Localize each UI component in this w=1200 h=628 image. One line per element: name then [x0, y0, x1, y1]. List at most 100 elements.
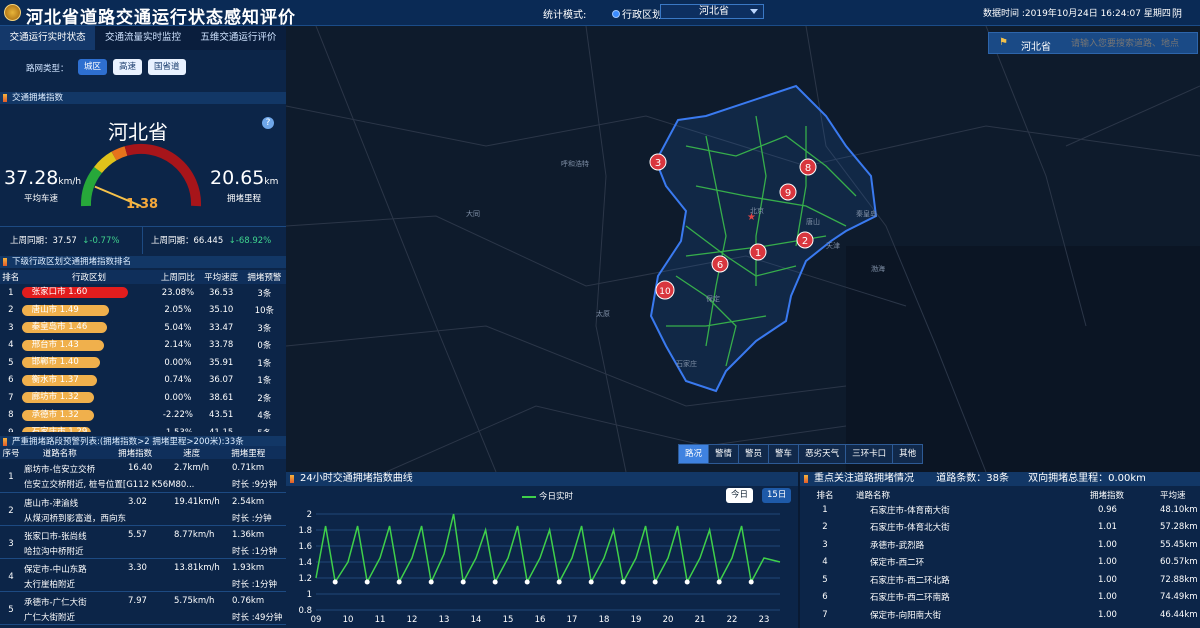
col-road-speed: 平均速	[1160, 490, 1186, 501]
warn-no: 1	[8, 472, 14, 483]
data-point[interactable]	[460, 579, 466, 585]
btn-15[interactable]: 15日	[762, 488, 792, 503]
data-point[interactable]	[620, 579, 626, 585]
speed-cell: 41.15	[200, 424, 243, 432]
table-row[interactable]: 3 承德市-武烈路 1.00 55.45km	[800, 536, 1200, 554]
data-point[interactable]	[364, 579, 370, 585]
table-row[interactable]: 3 张家口市-张尚线 5.57 8.77km/h 1.36km 哈拉沟中桥附近 时长 :…	[0, 525, 286, 558]
col-road-rank: 排名	[816, 490, 834, 501]
road-type-highway[interactable]: 高速	[113, 59, 143, 75]
x-tick-label: 17	[567, 615, 578, 625]
yoy-cell: 2.05%	[164, 305, 192, 316]
data-point[interactable]	[748, 579, 754, 585]
data-point[interactable]	[556, 579, 562, 585]
radio-label: 行政区划	[622, 10, 662, 21]
table-row[interactable]: 8 承德市 1.32 -2.22% 43.51 4条	[0, 407, 286, 425]
marker-9[interactable]: 9	[779, 183, 797, 201]
map-search-input[interactable]	[1071, 38, 1191, 48]
region-select[interactable]: 河北省	[660, 4, 764, 19]
table-row[interactable]: 5 石家庄市-西二环北路 1.00 72.88km	[800, 571, 1200, 589]
filter-cars[interactable]: 警车	[769, 445, 800, 463]
data-point[interactable]	[396, 579, 402, 585]
yoy-cell: 23.08%	[161, 287, 195, 298]
table-row[interactable]: 5 邯郸市 1.40 0.00% 35.91 1条	[0, 354, 286, 372]
warn-no: 3	[8, 538, 14, 549]
marker-6[interactable]: 6	[711, 255, 729, 273]
road-type-national[interactable]: 国省道	[148, 59, 186, 75]
table-row[interactable]: 1 石家庄市-体育南大街 0.96 48.10km	[800, 501, 1200, 519]
table-row[interactable]: 2 石家庄市-体育北大街 1.01 57.28km	[800, 519, 1200, 537]
warn-detail: 张家口市-张尚线 5.57 8.77km/h 1.36km 哈拉沟中桥附近 时长 :1分…	[22, 525, 286, 558]
data-point[interactable]	[652, 579, 658, 585]
filter-officers[interactable]: 警员	[739, 445, 770, 463]
table-row[interactable]: 1 廊坊市-信安立交桥 16.40 2.7km/h 0.71km 信安立交桥附近, 桩…	[0, 459, 286, 492]
table-row[interactable]: 4 邢台市 1.43 2.14% 33.78 0条	[0, 337, 286, 355]
warn-detail: 保定市-中山东路 3.30 13.81km/h 1.93km 太行崖柏附近 时长 :1分…	[22, 558, 286, 591]
table-row[interactable]: 6 石家庄市-西二环南路 1.00 74.49km	[800, 589, 1200, 607]
table-row[interactable]: 4 保定市-西二环 1.00 60.57km	[800, 554, 1200, 572]
filter-checkpoint[interactable]: 三环卡口	[846, 445, 894, 463]
tab-evaluation[interactable]: 五维交通运行评价	[191, 26, 286, 50]
search-province[interactable]: 河北省	[1021, 38, 1051, 53]
admin-division-radio[interactable]: 行政区划	[612, 6, 662, 21]
road-name: 保定市-向阳南大街	[870, 610, 942, 621]
tab-flow-monitor[interactable]: 交通流量实时监控	[95, 26, 190, 50]
data-point[interactable]	[716, 579, 722, 585]
marker-10[interactable]: 10	[655, 280, 675, 300]
marker-8[interactable]: 8	[799, 158, 817, 176]
warn-len: 2.54km	[232, 496, 265, 507]
weather: 阴	[1172, 9, 1182, 20]
table-row[interactable]: 2 唐山市-津渝线 3.02 19.41km/h 2.54km 从煤河桥到影富道，西向…	[0, 492, 286, 525]
btn-today[interactable]: 今日	[726, 488, 754, 503]
filter-traffic[interactable]: 路况	[679, 445, 710, 463]
col-region: 行政区划	[21, 270, 157, 284]
table-row[interactable]: 3 秦皇岛市 1.46 5.04% 33.47 3条	[0, 319, 286, 337]
svg-text:2: 2	[802, 236, 808, 247]
data-point[interactable]	[428, 579, 434, 585]
rank-cell: 6	[8, 375, 14, 386]
data-point[interactable]	[588, 579, 594, 585]
table-row[interactable]: 7 廊坊市 1.32 0.00% 38.61 2条	[0, 389, 286, 407]
table-row[interactable]: 2 唐山市 1.49 2.05% 35.10 10条	[0, 302, 286, 320]
data-point[interactable]	[492, 579, 498, 585]
tab-realtime-status[interactable]: 交通运行实时状态	[0, 26, 96, 50]
road-type-urban[interactable]: 城区	[78, 59, 108, 75]
ranking-table: 排名 行政区划 上周同比 平均速度 拥堵预警 1 张家口市 1.60 23.08…	[0, 270, 286, 432]
filter-other[interactable]: 其他	[893, 445, 922, 463]
warn-cell: 1条	[257, 358, 272, 369]
data-point[interactable]	[684, 579, 690, 585]
table-row[interactable]: 6 衡水市 1.37 0.74% 36.07 1条	[0, 372, 286, 390]
table-row[interactable]: 4 保定市-中山东路 3.30 13.81km/h 1.93km 太行崖柏附近 时长 :…	[0, 558, 286, 591]
warn-len: 0.71km	[232, 463, 265, 473]
gauge-orange-arc	[111, 146, 128, 161]
table-row[interactable]: 5 承德市-广仁大街 7.97 5.75km/h 0.76km 广仁大街附近 时长 :4…	[0, 591, 286, 624]
table-row[interactable]: 9 石家庄市 1.29 -1.53% 41.15 5条	[0, 424, 286, 432]
radio-dot-icon	[612, 9, 620, 18]
yoy-cell: 0.00%	[164, 357, 192, 368]
help-icon[interactable]: ?	[262, 117, 274, 129]
warning-table: 序号 道路名称 拥堵指数 速度 拥堵里程 1 廊坊市-信安立交桥 16.40 2.7…	[0, 446, 286, 625]
marker-3[interactable]: 3	[649, 153, 667, 171]
map-view[interactable]: 北京 天津 唐山 保定 石家庄 秦皇岛 大同 太原 呼和浩特 渤海 1 2 3 …	[286, 26, 1200, 472]
warn-index: 7.97	[128, 595, 147, 606]
data-point[interactable]	[332, 579, 338, 585]
map-canvas[interactable]: 北京 天津 唐山 保定 石家庄 秦皇岛 大同 太原 呼和浩特 渤海 1 2 3 …	[286, 26, 1200, 472]
avg-speed-value: 37.28	[4, 167, 59, 189]
data-point[interactable]	[524, 579, 530, 585]
marker-1[interactable]: 1	[749, 243, 767, 261]
city-label: 渤海	[871, 264, 885, 273]
speed-cell: 35.10	[208, 305, 234, 316]
beijing-star-icon: ★	[747, 212, 756, 223]
x-tick-label: 20	[663, 615, 674, 625]
warn-detail: 唐山市-津渝线 3.02 19.41km/h 2.54km 从煤河桥到影富道，西向东 时…	[22, 492, 286, 525]
warn-index: 3.30	[128, 562, 147, 573]
marker-2[interactable]: 2	[796, 231, 814, 249]
warn-dur: 时长 :9分钟	[232, 480, 277, 490]
table-row[interactable]: 7 保定市-向阳南大街 1.00 46.44km	[800, 606, 1200, 624]
x-tick-label: 09	[311, 615, 322, 625]
filter-weather[interactable]: 恶劣天气	[799, 445, 847, 463]
filter-alerts[interactable]: 警情	[709, 445, 740, 463]
warn-index: 3.02	[128, 496, 147, 507]
table-row[interactable]: 1 张家口市 1.60 23.08% 36.53 3条	[0, 284, 286, 302]
yoy-cell: 0.00%	[164, 392, 192, 403]
